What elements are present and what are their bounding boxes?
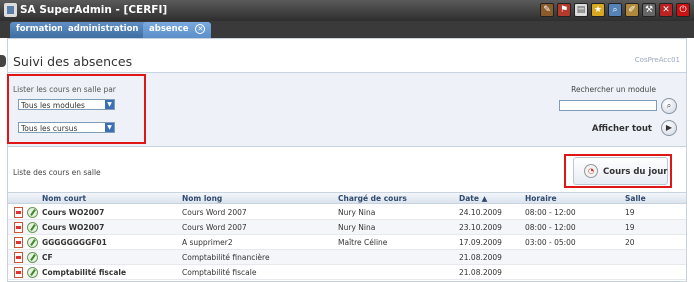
sidebar-collapse-handle[interactable] (0, 55, 6, 67)
edit-icon[interactable] (27, 252, 38, 263)
cell-short-name: GGGGGGGGF01 (42, 238, 107, 247)
cell-short-name: CF (42, 253, 53, 262)
close-icon[interactable]: ✕ (659, 3, 673, 17)
pdf-icon[interactable] (14, 252, 23, 263)
close-tab-icon[interactable]: ✕ (195, 24, 206, 34)
tab-label: absence (149, 24, 189, 34)
highlight-box (564, 154, 672, 188)
cell-time: 08:00 - 12:00 (525, 208, 576, 217)
search-icon[interactable]: ⌕ (608, 3, 622, 17)
play-icon: ▶ (665, 123, 673, 132)
cell-date: 17.09.2009 (459, 238, 502, 247)
window-title: SA SuperAdmin - [CERFI] (20, 4, 168, 16)
tools-icon[interactable]: ⚒ (642, 3, 656, 17)
window-titlebar: SA SuperAdmin - [CERFI] ✎ ⚑ ▤ ★ ⌕ ✐ ⚒ ✕ … (0, 0, 694, 21)
page-title: Suivi des absences (13, 54, 133, 69)
cell-teacher: Maître Céline (338, 238, 388, 247)
star-icon[interactable]: ★ (591, 3, 605, 17)
column-header-short-name[interactable]: Nom court (42, 194, 86, 203)
pdf-icon[interactable] (14, 237, 23, 248)
main-content: Suivi des absences CosPreAcc01 Lister le… (7, 38, 687, 282)
cell-long-name: Comptabilité financière (182, 253, 270, 262)
edit-icon[interactable] (27, 222, 38, 233)
binoculars-icon: ⌕ (666, 101, 672, 110)
edit-icon[interactable] (27, 207, 38, 218)
tab-absence[interactable]: absence ✕ (143, 22, 212, 38)
show-all-label[interactable]: Afficher tout (592, 124, 652, 134)
edit-icon[interactable] (27, 267, 38, 278)
column-header-time[interactable]: Horaire (525, 194, 557, 203)
cell-time: 08:00 - 12:00 (525, 223, 576, 232)
cell-short-name: Cours WO2007 (42, 223, 105, 232)
cell-teacher: Nury Nina (338, 208, 376, 217)
cell-room: 19 (625, 223, 635, 232)
edit-icon[interactable]: ✐ (625, 3, 639, 17)
table-header: Nom court Nom long Chargé de cours Date … (8, 192, 686, 204)
pdf-icon[interactable] (14, 267, 23, 278)
search-button[interactable]: ⌕ (661, 98, 677, 114)
cell-date: 21.08.2009 (459, 253, 502, 262)
table-row[interactable]: Cours WO2007 Cours Word 2007 Nury Nina 2… (8, 220, 686, 235)
sort-asc-icon: ▲ (481, 194, 488, 203)
app-icon (4, 3, 17, 17)
column-header-date[interactable]: Date ▲ (459, 194, 487, 203)
toolbar-icons: ✎ ⚑ ▤ ★ ⌕ ✐ ⚒ ✕ ⏻ (540, 3, 690, 17)
cell-short-name: Cours WO2007 (42, 208, 105, 217)
tab-label: administration (68, 24, 139, 34)
column-header-date-label: Date (459, 194, 479, 203)
power-icon[interactable]: ⏻ (676, 3, 690, 17)
cell-long-name: Comptabilité fiscale (182, 268, 257, 277)
wrench-icon[interactable]: ✎ (540, 3, 554, 17)
highlight-box (7, 74, 146, 144)
table-row[interactable]: Cours WO2007 Cours Word 2007 Nury Nina 2… (8, 205, 686, 220)
cell-short-name: Comptabilité fiscale (42, 268, 127, 277)
cell-long-name: A supprimer2 (182, 238, 233, 247)
cell-teacher: Nury Nina (338, 223, 376, 232)
cell-long-name: Cours Word 2007 (182, 223, 247, 232)
tab-formation[interactable]: formation (10, 22, 70, 38)
edit-icon[interactable] (27, 237, 38, 248)
cell-time: 03:00 - 05:00 (525, 238, 576, 247)
list-label: Liste des cours en salle (13, 168, 101, 177)
table-row[interactable]: Comptabilité fiscale Comptabilité fiscal… (8, 265, 686, 280)
flag-icon[interactable]: ⚑ (557, 3, 571, 17)
table-row[interactable]: GGGGGGGGF01 A supprimer2 Maître Céline 1… (8, 235, 686, 250)
pdf-icon[interactable] (14, 207, 23, 218)
pdf-icon[interactable] (14, 222, 23, 233)
show-all-button[interactable]: ▶ (661, 120, 677, 136)
cell-date: 24.10.2009 (459, 208, 502, 217)
table-row[interactable]: CF Comptabilité financière 21.08.2009 (8, 250, 686, 265)
search-input[interactable] (559, 100, 657, 111)
page-code: CosPreAcc01 (634, 56, 680, 64)
filter-panel: Lister les cours en salle par Tous les m… (7, 73, 686, 147)
column-header-long-name[interactable]: Nom long (182, 194, 222, 203)
column-header-teacher[interactable]: Chargé de cours (338, 194, 407, 203)
cell-date: 23.10.2009 (459, 223, 502, 232)
cell-date: 21.08.2009 (459, 268, 502, 277)
tab-label: formation (16, 24, 64, 34)
cell-room: 19 (625, 208, 635, 217)
cell-room: 20 (625, 238, 635, 247)
document-icon[interactable]: ▤ (574, 3, 588, 17)
tab-bar: formation administration ✕ absence ✕ (0, 21, 694, 38)
search-label: Rechercher un module (571, 85, 656, 94)
column-header-room[interactable]: Salle (625, 194, 646, 203)
cell-long-name: Cours Word 2007 (182, 208, 247, 217)
